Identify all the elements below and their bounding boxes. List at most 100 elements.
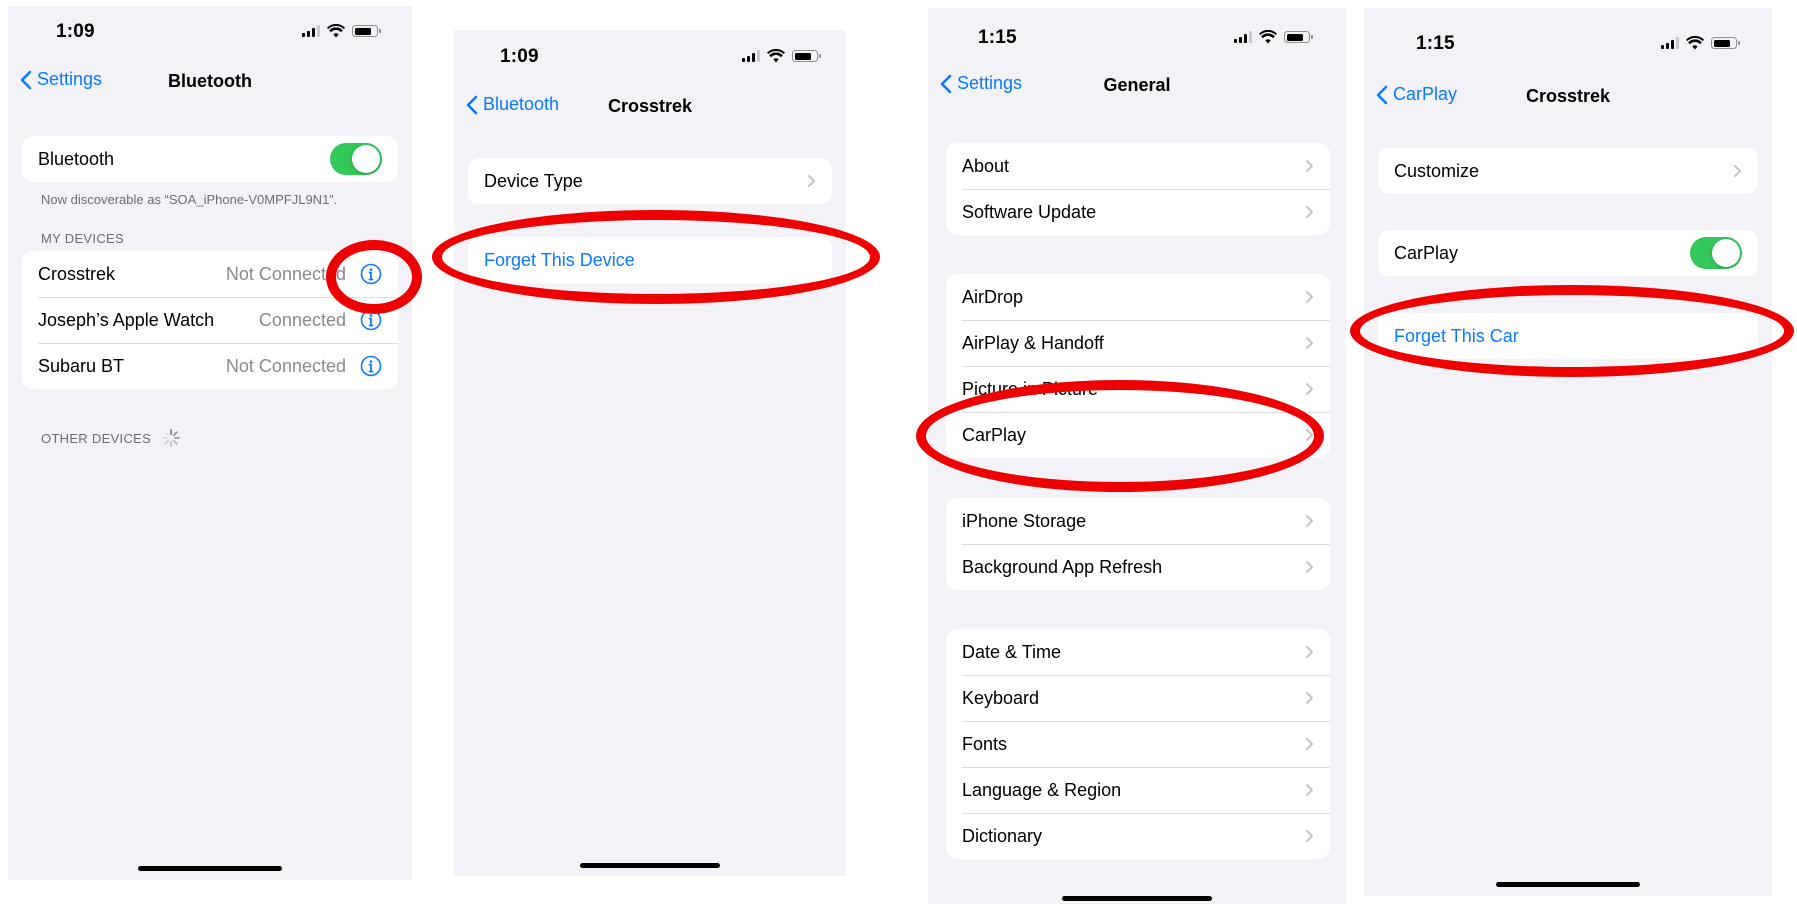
customize-row[interactable]: Customize (1378, 148, 1758, 194)
status-time: 1:15 (1416, 33, 1455, 54)
settings-row-about[interactable]: About (946, 143, 1330, 189)
settings-row-date-time[interactable]: Date & Time (946, 629, 1330, 675)
back-label: Settings (37, 69, 103, 89)
battery-icon (352, 25, 381, 37)
back-button[interactable]: Settings (940, 73, 1022, 94)
back-button[interactable]: CarPlay (1376, 84, 1457, 105)
row-label: Language & Region (962, 779, 1122, 800)
device-row-subaru-bt[interactable]: Subaru BT Not Connected (22, 343, 398, 389)
device-type-group: Device Type (468, 158, 832, 204)
chevron-right-icon (1306, 646, 1313, 658)
device-name: Joseph’s Apple Watch (38, 309, 215, 330)
device-type-row[interactable]: Device Type (468, 158, 832, 204)
forget-device-label: Forget This Device (484, 249, 635, 270)
back-button[interactable]: Settings (20, 69, 102, 90)
status-bar: 1:09 (8, 6, 412, 46)
settings-row-background-app-refresh[interactable]: Background App Refresh (946, 544, 1330, 590)
device-status: Not Connected (225, 355, 346, 376)
chevron-right-icon (808, 175, 815, 187)
bluetooth-row: Bluetooth (22, 136, 398, 182)
cellular-signal-icon (742, 50, 760, 62)
row-label: Dictionary (962, 825, 1043, 846)
chevron-right-icon (1306, 515, 1313, 527)
status-time: 1:15 (978, 27, 1017, 48)
info-icon[interactable] (360, 355, 382, 377)
wifi-icon (767, 49, 785, 63)
status-bar: 1:15 (928, 8, 1346, 48)
discoverable-caption: Now discoverable as “SOA_iPhone-V0MPFJL9… (41, 192, 338, 207)
status-time: 1:09 (500, 46, 539, 67)
chevron-right-icon (1306, 738, 1313, 750)
back-button[interactable]: Bluetooth (466, 94, 559, 115)
row-label: Keyboard (962, 687, 1040, 708)
device-type-label: Device Type (484, 170, 583, 191)
settings-group-storage: iPhone Storage Background App Refresh (946, 498, 1330, 590)
settings-row-airdrop[interactable]: AirDrop (946, 274, 1330, 320)
chevron-right-icon (1306, 206, 1313, 218)
settings-group-about: About Software Update (946, 143, 1330, 235)
row-label: About (962, 155, 1010, 176)
settings-row-software-update[interactable]: Software Update (946, 189, 1330, 235)
row-label: Date & Time (962, 641, 1062, 662)
row-label: Background App Refresh (962, 556, 1163, 577)
settings-row-carplay[interactable]: CarPlay (946, 412, 1330, 458)
info-icon[interactable] (360, 263, 382, 285)
row-label: CarPlay (962, 424, 1027, 445)
battery-icon (792, 50, 821, 62)
chevron-right-icon (1306, 383, 1313, 395)
settings-row-fonts[interactable]: Fonts (946, 721, 1330, 767)
carplay-toggle-group: CarPlay (1378, 230, 1758, 276)
chevron-left-icon (940, 74, 952, 93)
chevron-right-icon (1734, 165, 1741, 177)
carplay-label: CarPlay (1394, 242, 1459, 263)
back-label: CarPlay (1393, 84, 1458, 104)
chevron-left-icon (1376, 85, 1388, 104)
bluetooth-label: Bluetooth (38, 148, 115, 169)
screen-carplay-car-detail: 1:15 CarPlay Crosstrek Customize CarPlay… (1364, 8, 1772, 896)
forget-car-button[interactable]: Forget This Car (1378, 313, 1758, 359)
chevron-right-icon (1306, 692, 1313, 704)
other-devices-label: OTHER DEVICES (41, 430, 152, 446)
device-name: Crosstrek (38, 263, 116, 284)
customize-group: Customize (1378, 148, 1758, 194)
settings-row-iphone-storage[interactable]: iPhone Storage (946, 498, 1330, 544)
device-row-apple-watch[interactable]: Joseph’s Apple Watch Connected (22, 297, 398, 343)
device-name: Subaru BT (38, 355, 125, 376)
row-label: AirDrop (962, 286, 1024, 307)
back-label: Settings (957, 73, 1023, 93)
settings-group-airdrop: AirDrop AirPlay & Handoff Picture in Pic… (946, 274, 1330, 458)
row-label: Picture in Picture (962, 378, 1099, 399)
settings-row-dictionary[interactable]: Dictionary (946, 813, 1330, 859)
wifi-icon (1686, 36, 1704, 50)
status-icons (1661, 36, 1740, 50)
settings-row-airplay-handoff[interactable]: AirPlay & Handoff (946, 320, 1330, 366)
device-status: Connected (258, 309, 346, 330)
bluetooth-toggle[interactable] (330, 143, 382, 175)
cellular-signal-icon (1661, 37, 1679, 49)
chevron-right-icon (1306, 429, 1313, 441)
navigation-bar: Settings Bluetooth (8, 59, 412, 103)
forget-device-button[interactable]: Forget This Device (468, 237, 832, 283)
chevron-right-icon (1306, 291, 1313, 303)
status-icons (302, 24, 381, 38)
device-row-crosstrek[interactable]: Crosstrek Not Connected (22, 251, 398, 297)
settings-row-picture-in-picture[interactable]: Picture in Picture (946, 366, 1330, 412)
screen-general-settings: 1:15 Settings General About Software Upd… (928, 8, 1346, 904)
chevron-left-icon (466, 95, 478, 114)
row-label: Software Update (962, 201, 1097, 222)
row-label: Fonts (962, 733, 1008, 754)
status-time: 1:09 (56, 21, 95, 42)
settings-row-keyboard[interactable]: Keyboard (946, 675, 1330, 721)
my-devices-list: Crosstrek Not Connected Joseph’s Apple W… (22, 251, 398, 389)
info-icon[interactable] (360, 309, 382, 331)
carplay-toggle[interactable] (1690, 237, 1742, 269)
settings-row-language-region[interactable]: Language & Region (946, 767, 1330, 813)
cellular-signal-icon (302, 25, 320, 37)
chevron-right-icon (1306, 337, 1313, 349)
chevron-right-icon (1306, 160, 1313, 172)
bluetooth-toggle-group: Bluetooth (22, 136, 398, 182)
chevron-right-icon (1306, 830, 1313, 842)
navigation-bar: Settings General (928, 63, 1346, 107)
chevron-left-icon (20, 70, 32, 89)
status-icons (1234, 30, 1313, 44)
